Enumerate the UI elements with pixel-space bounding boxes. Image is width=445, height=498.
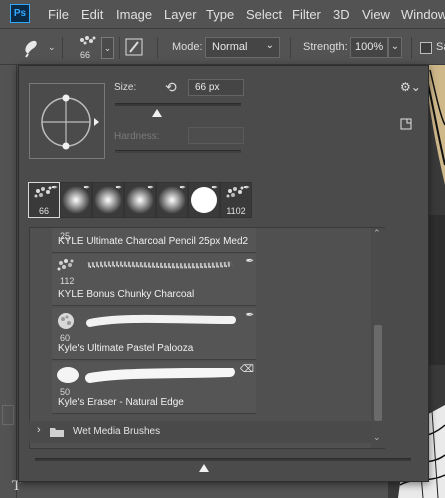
menu-3d[interactable]: 3D — [333, 7, 350, 22]
brush-row[interactable]: ✒ 112 KYLE Bonus Chunky Charcoal — [52, 254, 256, 306]
brush-type-icon: ✒ — [243, 183, 250, 192]
sample-all-label: Sa — [436, 41, 445, 53]
tool-strip: T — [0, 65, 21, 498]
size-slider-track[interactable] — [115, 103, 241, 106]
photoshop-logo[interactable]: Ps — [10, 4, 30, 23]
brush-type-icon: ✒ — [179, 183, 186, 192]
sample-all-checkbox[interactable] — [420, 42, 432, 54]
menu-image[interactable]: Image — [116, 7, 152, 22]
brush-size: 60 — [60, 333, 71, 343]
strength-input[interactable]: 100% — [350, 37, 388, 58]
thumbnail-size-slider-track[interactable] — [35, 458, 411, 461]
brush-type-icon: ✒ — [211, 183, 218, 192]
menu-type[interactable]: Type — [206, 7, 234, 22]
menu-view[interactable]: View — [362, 7, 390, 22]
brush-type-icon: ✒ — [245, 310, 254, 321]
mode-value: Normal — [212, 41, 248, 53]
scrollbar-thumb[interactable] — [374, 325, 382, 421]
size-label: Size: — [114, 82, 137, 93]
options-bar: ⌄ 66 ⌄ Mode: Normal ⌄ Strength: 100% ⌄ S… — [0, 29, 445, 65]
brush-row[interactable]: ⌫ 50 Kyle's Eraser - Natural Edge — [52, 362, 256, 414]
menu-file[interactable]: File — [48, 7, 69, 22]
scroll-up-icon[interactable]: ⌃ — [373, 228, 381, 239]
recent-brush-size: 1102 — [226, 206, 246, 216]
brush-group-wet-media[interactable]: › Wet Media Brushes — [29, 421, 385, 443]
recent-brush-swatch[interactable]: ✒ — [188, 182, 220, 218]
new-preset-icon[interactable] — [400, 118, 412, 130]
brush-name: Kyle's Ultimate Pastel Palooza — [58, 343, 194, 354]
brush-name: Kyle's Eraser - Natural Edge — [58, 397, 184, 408]
mode-dropdown[interactable]: Normal ⌄ — [205, 37, 280, 58]
brush-type-icon: ✒ — [245, 256, 254, 267]
brush-tip-thumbnail — [58, 313, 74, 329]
menu-edit[interactable]: Edit — [81, 7, 103, 22]
size-slider-thumb[interactable] — [151, 109, 162, 117]
strength-label: Strength: — [303, 41, 348, 53]
brush-preset-list: 25 KYLE Ultimate Charcoal Pencil 25px Me… — [29, 227, 385, 449]
brush-type-icon: ✒ — [147, 183, 154, 192]
smudge-tool-icon[interactable] — [22, 38, 42, 58]
mode-label: Mode: — [172, 41, 203, 53]
tool-preset-chevron-icon[interactable]: ⌄ — [48, 42, 56, 53]
menu-bar: Ps File Edit Image Layer Type Select Fil… — [0, 0, 445, 29]
recent-brush-size: 66 — [38, 206, 49, 216]
recent-brush-swatch[interactable]: ✒ 66 — [28, 182, 60, 218]
brush-angle-roundness-control[interactable] — [29, 83, 105, 159]
size-input[interactable]: 66 px — [188, 79, 244, 96]
chevron-down-icon: ⌄ — [265, 40, 274, 51]
menu-window[interactable]: Window — [401, 7, 445, 22]
recent-brush-swatch[interactable]: ✒ — [156, 182, 188, 218]
folder-icon — [50, 428, 64, 437]
strength-dropdown[interactable]: ⌄ — [388, 37, 402, 58]
brush-name: KYLE Bonus Chunky Charcoal — [58, 289, 195, 300]
reset-size-icon[interactable]: ⟲ — [165, 79, 177, 96]
brush-size: 50 — [60, 387, 71, 397]
eraser-icon: ⌫ — [239, 364, 254, 375]
brush-tip-thumbnail — [57, 367, 79, 383]
hardness-slider-track[interactable] — [115, 150, 241, 153]
recent-brush-swatch[interactable]: ✒ — [124, 182, 156, 218]
gear-icon[interactable]: ⚙⌄ — [400, 80, 421, 94]
brush-type-icon: ✒ — [83, 183, 90, 192]
brush-row[interactable]: ✒ 60 Kyle's Ultimate Pastel Palooza — [52, 308, 256, 360]
brush-stroke-preview — [86, 314, 236, 327]
brush-list-scrollbar[interactable]: ⌃ ⌄ — [371, 228, 385, 448]
brush-picker-toggle[interactable]: ⌄ — [101, 37, 114, 59]
hardness-input[interactable] — [188, 127, 244, 144]
scroll-down-icon[interactable]: ⌄ — [373, 432, 381, 443]
tool-slot[interactable] — [2, 405, 14, 425]
recent-brush-swatch[interactable]: ✒ — [60, 182, 92, 218]
brush-group-name: Wet Media Brushes — [73, 426, 161, 437]
menu-filter[interactable]: Filter — [292, 7, 321, 22]
brush-stroke-preview — [87, 261, 233, 269]
brush-size-readout: 66 — [80, 50, 91, 60]
menu-select[interactable]: Select — [246, 7, 282, 22]
brush-preview-icon[interactable] — [76, 33, 98, 47]
brush-size: 112 — [60, 276, 75, 286]
brush-stroke-preview — [85, 368, 235, 383]
brush-type-icon: ✒ — [51, 183, 58, 192]
chevron-right-icon[interactable]: › — [37, 424, 41, 436]
brush-name: KYLE Ultimate Charcoal Pencil 25px Med2 — [58, 236, 249, 247]
brush-type-icon: ✒ — [115, 183, 122, 192]
recent-brush-swatch[interactable]: ✒ 1102 — [220, 182, 252, 218]
recent-brushes-row: ✒ 66 ✒ ✒ ✒ ✒ ✒ ✒ 1102 — [28, 182, 252, 218]
menu-layer[interactable]: Layer — [164, 7, 197, 22]
recent-brush-swatch[interactable]: ✒ — [92, 182, 124, 218]
brush-settings-panel-icon[interactable] — [125, 37, 143, 57]
brush-preset-picker: Size: ⟲ 66 px Hardness: ⚙⌄ ✒ 66 ✒ ✒ ✒ ✒ ✒ ✒ 1102… — [18, 65, 429, 482]
hardness-label: Hardness: — [114, 131, 160, 142]
brush-tip-thumbnail — [57, 259, 74, 271]
brush-row[interactable]: 25 KYLE Ultimate Charcoal Pencil 25px Me… — [52, 228, 256, 253]
thumbnail-size-slider-thumb[interactable] — [199, 464, 210, 472]
angle-roundness-icon — [41, 94, 99, 150]
